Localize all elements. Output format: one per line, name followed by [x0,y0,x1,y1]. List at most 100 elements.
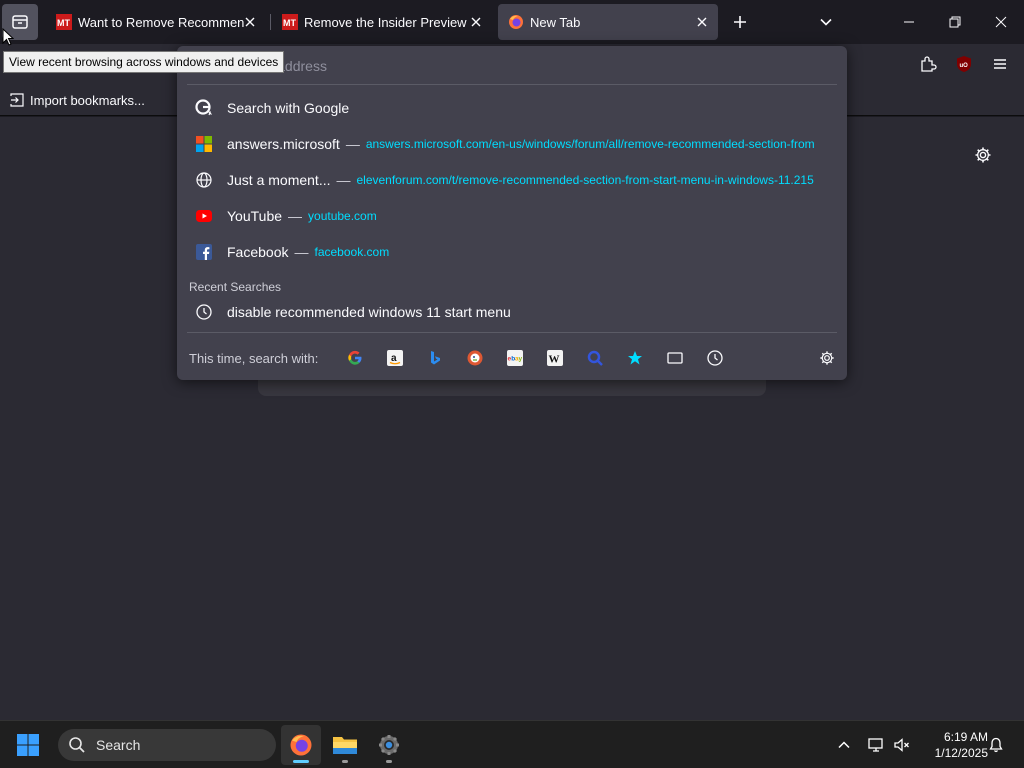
gear-icon [975,147,991,163]
close-window-button[interactable] [978,0,1024,44]
google-icon[interactable] [345,348,365,368]
tabs-icon[interactable] [665,348,685,368]
clock-date: 1/12/2025 [934,746,988,760]
mt-favicon: MT [56,14,72,30]
bookmarks-star-icon[interactable] [625,348,645,368]
panel-divider [187,84,837,85]
firefox-icon [290,734,312,756]
result-answers-microsoft[interactable]: answers.microsoft — answers.microsoft.co… [185,127,839,161]
wikipedia-icon[interactable]: W [545,348,565,368]
tab-want-to-remove[interactable]: MT Want to Remove Recommended Section fr… [48,4,266,40]
title-bar: MT Want to Remove Recommended Section fr… [0,0,1024,44]
running-app-indicator [342,760,348,763]
windows-start-icon[interactable] [16,733,40,757]
close-tab-icon[interactable] [694,14,710,30]
result-facebook[interactable]: Facebook — facebook.com [185,235,839,269]
amazon-icon[interactable]: a [385,348,405,368]
restore-icon [949,16,961,28]
settings-gear-icon [379,735,399,755]
ebay-icon[interactable]: ebay [505,348,525,368]
result-separator: — [294,244,309,260]
ublock-icon: uO [957,56,971,72]
close-icon [995,16,1007,28]
perplexity-icon[interactable] [585,348,605,368]
result-title: Search with Google [227,100,350,116]
bing-icon[interactable] [425,348,445,368]
chevron-up-icon [838,741,850,749]
windows-taskbar: Search 6:19 AM 1/12/2025 [0,720,1024,768]
mt-favicon: MT [282,14,298,30]
result-title: answers.microsoft [227,136,340,152]
close-tab-icon[interactable] [468,14,484,30]
customize-new-tab-button[interactable] [972,144,994,166]
hamburger-menu-icon [994,59,1006,69]
mouse-cursor-icon [2,28,14,46]
result-separator: — [288,208,303,224]
firefox-icon [509,15,523,29]
youtube-icon [195,207,213,225]
svg-text:W: W [549,354,560,366]
notifications-bell-icon[interactable] [984,733,1008,757]
plus-icon [734,16,746,28]
taskbar-file-explorer[interactable] [325,725,365,765]
menu-button[interactable] [988,52,1012,76]
globe-icon [195,171,213,189]
import-icon [10,93,24,107]
result-separator: — [345,136,360,152]
minimize-button[interactable] [886,0,932,44]
search-with-label: This time, search with: [189,351,319,366]
running-app-indicator [386,760,392,763]
tab-remove-insider-preview[interactable]: MT Remove the Insider Preview Evaluation… [274,4,492,40]
puzzle-icon [921,56,937,72]
close-tab-icon[interactable] [242,14,258,30]
extensions-button[interactable] [916,52,940,76]
result-just-a-moment[interactable]: Just a moment... — elevenforum.com/t/rem… [185,163,839,197]
urlbar-results-panel: or enter address Search with Google answ… [177,46,847,380]
svg-text:a: a [391,353,397,364]
result-url: youtube.com [308,209,377,223]
active-app-indicator [293,760,309,763]
taskbar-settings[interactable] [369,725,409,765]
tab-separator [270,14,271,30]
history-icon[interactable] [705,348,725,368]
svg-text:uO: uO [960,63,969,69]
show-hidden-icons-button[interactable] [832,733,856,757]
tab-title: New Tab [530,14,581,30]
result-search-with-google[interactable]: Search with Google [185,91,839,125]
import-bookmarks-label: Import bookmarks... [30,92,145,108]
view-recent-tooltip: View recent browsing across windows and … [3,51,285,73]
tab-new-tab[interactable]: New Tab [498,4,718,40]
address-bar-input[interactable]: or enter address [225,54,825,78]
facebook-icon [195,243,213,261]
import-bookmarks-button[interactable]: Import bookmarks... [10,90,145,110]
result-url: facebook.com [314,245,390,259]
svg-text:MT: MT [57,18,70,28]
duckduckgo-icon[interactable] [465,348,485,368]
result-youtube[interactable]: YouTube — youtube.com [185,199,839,233]
taskbar-firefox[interactable] [281,725,321,765]
search-settings-button[interactable] [817,348,837,368]
restore-button[interactable] [932,0,978,44]
network-icon[interactable] [864,733,888,757]
taskbar-search-box[interactable]: Search [58,729,276,761]
clock-time: 6:19 AM [943,730,988,744]
result-title: Facebook [227,244,289,260]
ublock-origin-button[interactable]: uO [952,52,976,76]
minimize-icon [904,21,914,23]
new-tab-button[interactable] [728,10,752,34]
recent-searches-heading: Recent Searches [189,280,282,294]
tab-title: Remove the Insider Preview Evaluation Co… [304,14,470,30]
recent-search-text: disable recommended windows 11 start men… [227,304,511,320]
search-icon [69,737,85,753]
google-icon [195,99,213,117]
gear-icon [820,351,834,365]
microsoft-icon [195,135,213,153]
recent-search-item[interactable]: disable recommended windows 11 start men… [185,295,839,329]
result-url: answers.microsoft.com/en-us/windows/foru… [365,137,815,151]
chevron-down-icon [820,18,832,26]
taskbar-clock[interactable]: 6:19 AM 1/12/2025 [916,729,988,761]
folder-icon [333,737,357,754]
volume-muted-icon[interactable] [890,733,914,757]
taskbar-search-label: Search [96,737,141,753]
list-all-tabs-button[interactable] [814,10,838,34]
